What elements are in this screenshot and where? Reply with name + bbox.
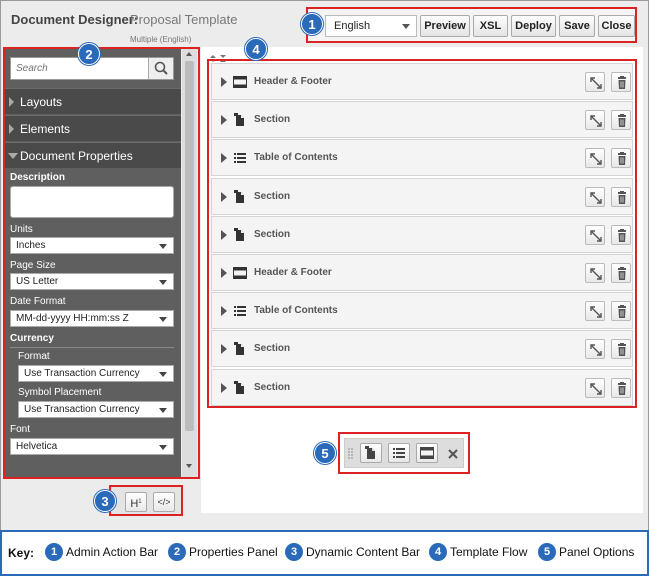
callout-2: 2 [78, 43, 100, 65]
close-button[interactable]: Close [598, 15, 635, 37]
heading-level: 1 [138, 499, 142, 505]
preview-button[interactable]: Preview [420, 15, 470, 37]
add-header-footer-button[interactable] [416, 443, 438, 463]
deploy-button[interactable]: Deploy [511, 15, 556, 37]
properties-panel-highlight [3, 47, 200, 479]
panel-options-highlight [338, 432, 470, 474]
code-icon: </> [157, 497, 171, 507]
language-value: English [334, 20, 371, 32]
key-number: 3 [285, 543, 303, 561]
header-footer-icon [420, 447, 434, 459]
toc-icon [393, 448, 405, 458]
key-label: Dynamic Content Bar [306, 545, 421, 559]
template-language: Multiple (English) [130, 35, 192, 44]
dynamic-content-bar: H1 </> [109, 485, 183, 516]
key-label: Template Flow [450, 545, 528, 559]
heading-button[interactable]: H1 [125, 492, 147, 512]
document-designer-window: Document Designer: Proposal Template Mul… [0, 0, 649, 576]
add-section-button[interactable] [360, 443, 382, 463]
chevron-down-icon [402, 24, 410, 29]
callout-5: 5 [314, 442, 336, 464]
template-name: Proposal Template [130, 12, 238, 27]
key-number: 2 [168, 543, 186, 561]
template-flow-highlight [207, 59, 637, 408]
key-legend: Key: 1 Admin Action Bar 2 Properties Pan… [0, 530, 649, 576]
key-label: Admin Action Bar [66, 545, 159, 559]
callout-3: 3 [94, 490, 116, 512]
xsl-button[interactable]: XSL [473, 15, 508, 37]
callout-1: 1 [301, 13, 323, 35]
close-icon[interactable] [447, 448, 459, 460]
key-title: Key: [8, 546, 35, 560]
section-icon [365, 446, 375, 459]
code-button[interactable]: </> [153, 492, 175, 512]
callout-4: 4 [245, 38, 267, 60]
key-number: 5 [538, 543, 556, 561]
key-label: Properties Panel [189, 545, 278, 559]
admin-action-bar: English Preview XSL Deploy Save Close [306, 7, 637, 43]
save-button[interactable]: Save [559, 15, 595, 37]
add-toc-button[interactable] [388, 443, 410, 463]
app-title: Document Designer: [11, 12, 139, 27]
language-select[interactable]: English [325, 15, 417, 37]
key-number: 1 [45, 543, 63, 561]
panel-options [344, 438, 464, 468]
key-number: 4 [429, 543, 447, 561]
key-label: Panel Options [559, 545, 635, 559]
drag-handle-icon[interactable] [348, 448, 353, 460]
